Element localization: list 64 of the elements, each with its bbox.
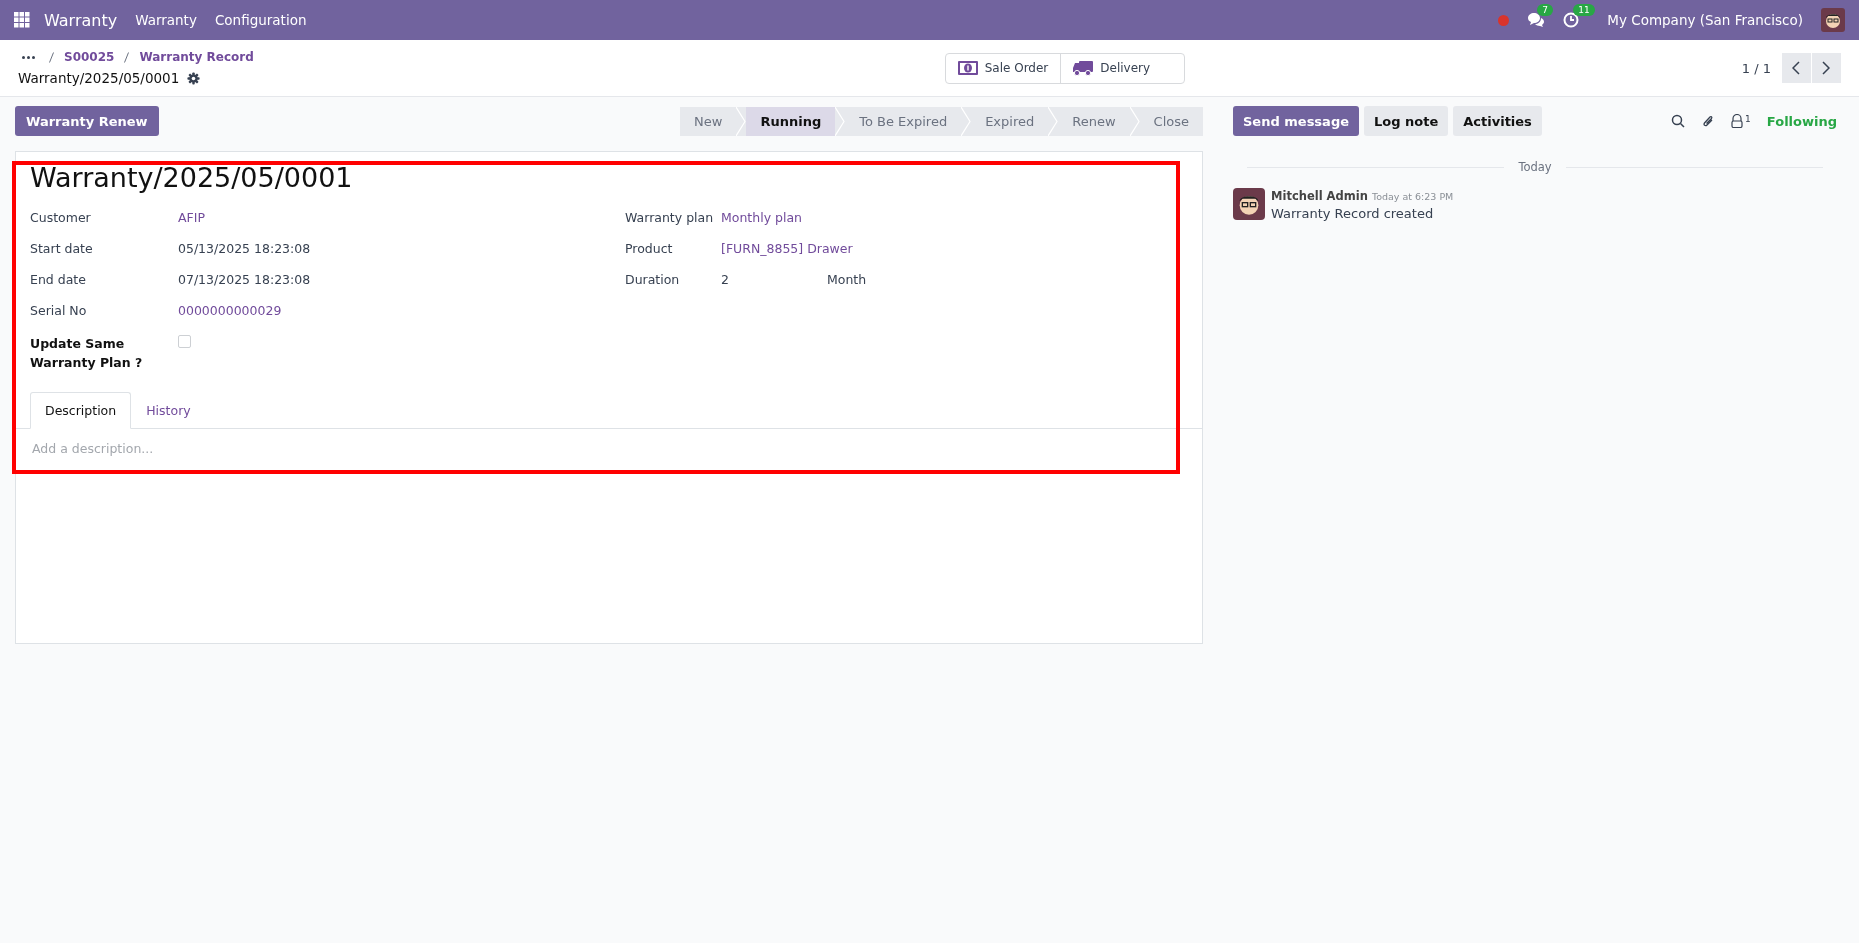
breadcrumb-separator-icon — [49, 51, 54, 63]
notebook-tab[interactable]: History — [131, 392, 206, 429]
smart-button[interactable]: Sale Order — [945, 53, 1062, 83]
notebook-tab[interactable]: Description — [30, 392, 132, 429]
stage-separator-icon — [961, 106, 972, 136]
smart-button[interactable]: Delivery — [1061, 53, 1185, 83]
message-author: Mitchell Admin — [1271, 189, 1368, 203]
warranty-renew-button[interactable]: Warranty Renew — [15, 106, 159, 136]
settings-icon[interactable] — [187, 71, 201, 85]
record-title: Warranty/2025/05/0001 — [30, 162, 354, 193]
field-label: Start date — [30, 240, 94, 256]
field-value: 07/13/2025 18:23:08 — [178, 271, 311, 287]
field-label: Warranty plan — [625, 209, 715, 225]
field-value-link[interactable]: [FURN_8855] Drawer — [721, 238, 853, 256]
previous-button[interactable] — [1782, 53, 1811, 83]
message-count-badge: 7 — [1537, 4, 1553, 16]
checkbox[interactable] — [178, 335, 191, 348]
clock-icon[interactable] — [1563, 12, 1580, 28]
chat-icon[interactable] — [1527, 12, 1546, 28]
stage-separator-icon — [1129, 106, 1140, 136]
stage-separator-icon — [1048, 106, 1059, 136]
chatter-button[interactable]: Activities — [1453, 106, 1542, 136]
user-avatar-icon — [1233, 188, 1265, 220]
chatter-button[interactable]: Log note — [1364, 106, 1449, 136]
field-label: Update Same Warranty Plan ? — [30, 335, 144, 372]
navbar-menu-item[interactable]: Configuration — [214, 12, 307, 28]
follower-icon[interactable] — [1731, 114, 1744, 128]
stage-separator-icon — [736, 106, 747, 136]
breadcrumb-separator-icon — [124, 51, 130, 63]
apps-grid-icon[interactable] — [14, 12, 30, 28]
status-dot-icon — [1498, 14, 1510, 26]
field-label: Serial No — [30, 302, 88, 318]
user-avatar-icon[interactable] — [1821, 8, 1845, 32]
chevron-left-icon — [1792, 61, 1801, 75]
unit-value: Month — [827, 271, 867, 287]
search-icon[interactable] — [1671, 114, 1686, 128]
app-name[interactable]: Warranty — [44, 10, 118, 30]
message-body: Warranty Record created — [1271, 206, 1435, 221]
date-separator: Today — [1518, 160, 1552, 174]
field-value-link[interactable]: Monthly plan — [721, 207, 802, 225]
chatter-button[interactable]: Send message — [1233, 106, 1359, 136]
field-label: Product — [625, 240, 674, 256]
activity-count-badge: 11 — [1573, 4, 1595, 16]
field-label: End date — [30, 271, 87, 287]
follower-count: 1 — [1745, 114, 1751, 124]
company-switcher[interactable]: My Company (San Francisco) — [1607, 12, 1803, 28]
navbar-menu-item[interactable]: Warranty — [135, 12, 197, 28]
message-time: Today at 6:23 PM — [1371, 191, 1454, 202]
record-name: Warranty/2025/05/0001 — [18, 70, 180, 86]
field-value-link[interactable]: 0000000000029 — [178, 300, 282, 318]
status-stage[interactable]: Running — [746, 106, 836, 136]
breadcrumb-link[interactable]: S00025 — [64, 50, 115, 64]
field-value: 2 — [721, 271, 730, 287]
breadcrumb-link[interactable]: Warranty Record — [139, 50, 254, 64]
banknote-icon — [957, 61, 978, 75]
next-button[interactable] — [1812, 53, 1841, 83]
field-value-link[interactable]: AFIP — [178, 207, 205, 225]
pager-counter: 1 / 1 — [1741, 60, 1771, 76]
stage-separator-icon — [835, 106, 846, 136]
field-label: Duration — [625, 271, 681, 287]
chevron-right-icon — [1822, 61, 1831, 75]
field-value: 05/13/2025 18:23:08 — [178, 240, 311, 256]
field-label: Customer — [30, 209, 92, 225]
truck-icon — [1073, 60, 1094, 76]
